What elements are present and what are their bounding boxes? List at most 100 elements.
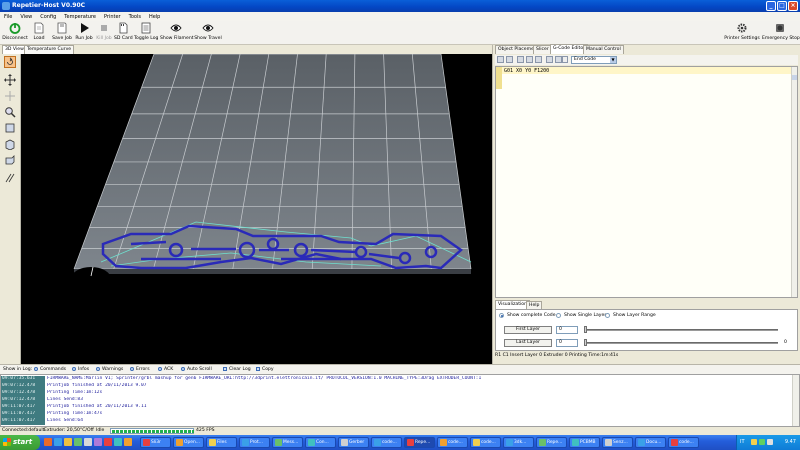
gcode-line[interactable]: G01 X0 Y0 F1200: [504, 68, 549, 74]
show-layer-range-radio[interactable]: [605, 313, 610, 318]
ack-toggle[interactable]: ACK: [158, 366, 173, 374]
taskbar-button[interactable]: Repe...: [536, 437, 567, 448]
menu-file[interactable]: File: [4, 14, 12, 20]
log-scrollbar[interactable]: [792, 375, 799, 426]
errors-toggle[interactable]: Errors: [130, 366, 150, 374]
move-object-icon[interactable]: [4, 90, 16, 102]
minimize-button[interactable]: _: [766, 1, 776, 11]
cut-icon[interactable]: [517, 56, 524, 63]
kill-job-button[interactable]: Kill Job: [96, 22, 112, 44]
load-button[interactable]: Load: [30, 22, 48, 44]
first-layer-spinner[interactable]: 0: [556, 326, 578, 334]
app-icon: [473, 439, 480, 446]
quicklaunch-icon[interactable]: [54, 438, 62, 446]
zoom-icon[interactable]: [4, 106, 16, 118]
top-view-icon[interactable]: [4, 154, 16, 166]
close-button[interactable]: ×: [788, 1, 798, 11]
tray-icon[interactable]: [751, 439, 757, 445]
quicklaunch-icon[interactable]: [124, 438, 132, 446]
menu-view[interactable]: View: [20, 14, 32, 20]
taskbar-button[interactable]: Prot...: [239, 437, 270, 448]
fps-readout: 425 FPS: [196, 428, 215, 433]
taskbar-button[interactable]: code...: [437, 437, 468, 448]
taskbar-button[interactable]: PCBMB: [569, 437, 600, 448]
taskbar-button[interactable]: code...: [668, 437, 699, 448]
undo-icon[interactable]: [546, 56, 553, 63]
taskbar-button[interactable]: Open...: [173, 437, 204, 448]
quicklaunch-icon[interactable]: [104, 438, 112, 446]
clear-log-button[interactable]: Clear Log: [223, 366, 251, 374]
sd-card-button[interactable]: SD Card: [114, 22, 133, 44]
show-filament-button[interactable]: Show Filament: [160, 22, 194, 44]
infos-toggle[interactable]: Infos: [72, 366, 89, 374]
taskbar-button[interactable]: Docu...: [635, 437, 666, 448]
taskbar-button[interactable]: Con...: [305, 437, 336, 448]
tab-slicer[interactable]: Slicer: [533, 45, 552, 54]
move-icon[interactable]: [4, 74, 16, 86]
first-layer-slider-thumb[interactable]: [584, 326, 587, 333]
taskbar-button[interactable]: Mess...: [272, 437, 303, 448]
tray-icon[interactable]: [767, 439, 773, 445]
help-icon[interactable]: [562, 56, 568, 63]
copy-button[interactable]: Copy: [256, 366, 274, 374]
gcode-editor[interactable]: G01 X0 Y0 F1200: [495, 66, 798, 298]
taskbar-button[interactable]: Senz...: [602, 437, 633, 448]
printer-settings-button[interactable]: Printer Settings: [724, 22, 760, 44]
paste-icon[interactable]: [535, 56, 542, 63]
tray-icon[interactable]: [759, 439, 765, 445]
gcode-section-select[interactable]: End Code ▼: [571, 56, 617, 64]
editor-scrollbar[interactable]: [791, 67, 797, 297]
taskbar-button[interactable]: code...: [470, 437, 501, 448]
copy-icon[interactable]: [526, 56, 533, 63]
menu-config[interactable]: Config: [40, 14, 56, 20]
parallel-view-icon[interactable]: [4, 172, 16, 184]
quicklaunch-icon[interactable]: [74, 438, 82, 446]
language-indicator[interactable]: IT: [740, 435, 745, 450]
print-bed-canvas[interactable]: [21, 54, 492, 364]
tab-temperature-curve[interactable]: Temperature Curve: [24, 45, 75, 54]
first-layer-button[interactable]: First Layer: [504, 326, 552, 334]
last-layer-slider[interactable]: [586, 342, 778, 344]
menu-printer[interactable]: Printer: [104, 14, 121, 20]
menu-tools[interactable]: Tools: [129, 14, 141, 20]
disconnect-button[interactable]: Disconnect: [2, 22, 28, 44]
redo-icon[interactable]: [555, 56, 562, 63]
taskbar-button[interactable]: 3dk...: [503, 437, 534, 448]
quicklaunch-icon[interactable]: [84, 438, 92, 446]
emergency-stop-button[interactable]: Emergency Stop: [762, 22, 800, 44]
toggle-log-button[interactable]: Toggle Log: [134, 22, 158, 44]
menu-help[interactable]: Help: [149, 14, 160, 20]
taskbar-button[interactable]: Repe...: [404, 437, 435, 448]
quicklaunch-icon[interactable]: [64, 438, 72, 446]
new-icon[interactable]: [497, 56, 504, 63]
rotate-icon[interactable]: [4, 56, 16, 68]
front-view-icon[interactable]: [4, 122, 16, 134]
maximize-button[interactable]: □: [777, 1, 787, 11]
quicklaunch-icon[interactable]: [44, 438, 52, 446]
taskbar-button[interactable]: Files: [206, 437, 237, 448]
quicklaunch-icon[interactable]: [94, 438, 102, 446]
taskbar-button[interactable]: code...: [371, 437, 402, 448]
side-view-icon[interactable]: [4, 138, 16, 150]
start-button[interactable]: start: [0, 435, 40, 450]
save-job-button[interactable]: Save Job: [52, 22, 72, 44]
last-layer-slider-thumb[interactable]: [584, 339, 587, 346]
commands-toggle[interactable]: Commands: [34, 366, 66, 374]
3d-view[interactable]: [21, 54, 492, 364]
last-layer-spinner[interactable]: 0: [556, 339, 578, 347]
last-layer-button[interactable]: Last Layer: [504, 339, 552, 347]
quicklaunch-icon[interactable]: [114, 438, 122, 446]
auto-scroll-toggle[interactable]: Auto Scroll: [181, 366, 212, 374]
menu-temperature[interactable]: Temperature: [64, 14, 96, 20]
taskbar-button[interactable]: Gerber: [338, 437, 369, 448]
tab-manual-control[interactable]: Manual Control: [583, 45, 624, 54]
taskbar-button[interactable]: Sli3r: [140, 437, 171, 448]
show-travel-button[interactable]: Show Travel: [194, 22, 222, 44]
log-panel[interactable]: 09:07:35.631 FIRMWARE_NAME:Marlin V1; Spr…: [0, 374, 800, 427]
save-icon[interactable]: [506, 56, 513, 63]
show-complete-radio[interactable]: [499, 313, 504, 318]
run-job-button[interactable]: Run Job: [74, 22, 94, 44]
first-layer-slider[interactable]: [586, 329, 778, 331]
show-single-layer-radio[interactable]: [556, 313, 561, 318]
warnings-toggle[interactable]: Warnings: [96, 366, 123, 374]
